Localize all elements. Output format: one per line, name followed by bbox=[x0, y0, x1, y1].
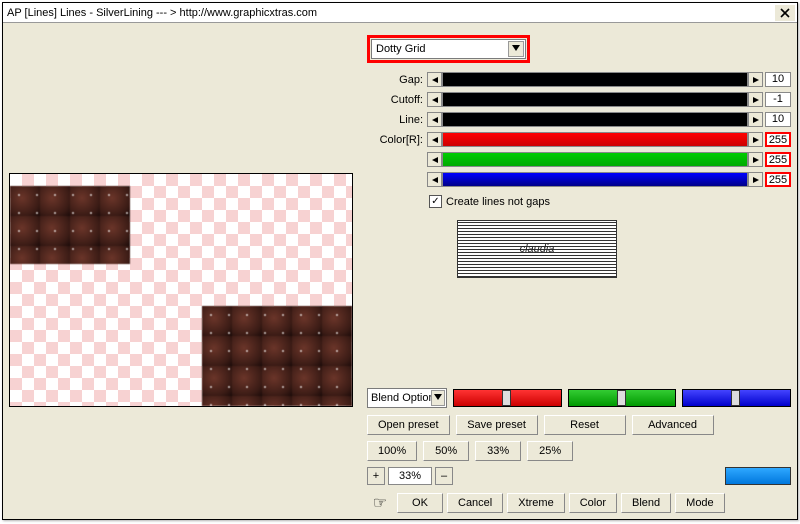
preview-layer-top bbox=[10, 186, 130, 264]
dropdown-arrow-icon bbox=[431, 390, 445, 406]
close-button[interactable] bbox=[775, 5, 795, 21]
content-area: Dotty Grid Gap: 10 Cutoff: -1 bbox=[3, 23, 797, 519]
zoom-33-button[interactable]: 33% bbox=[475, 441, 521, 461]
logo-badge: claudia bbox=[457, 220, 617, 278]
slider-thumb[interactable] bbox=[731, 390, 740, 406]
window-title: AP [Lines] Lines - SilverLining --- > ht… bbox=[5, 7, 775, 19]
zoom-in-button[interactable]: + bbox=[367, 467, 385, 485]
colorB-dec[interactable] bbox=[427, 172, 442, 187]
colorG-slider[interactable] bbox=[442, 152, 748, 167]
gap-inc[interactable] bbox=[748, 72, 763, 87]
zoom-out-button[interactable]: – bbox=[435, 467, 453, 485]
colorR-label: Color[R]: bbox=[367, 134, 427, 146]
gap-slider[interactable] bbox=[442, 72, 748, 87]
mode-button[interactable]: Mode bbox=[675, 493, 725, 513]
blend-dropdown[interactable]: Blend Options bbox=[367, 388, 447, 408]
line-label: Line: bbox=[367, 114, 427, 126]
cutoff-value[interactable]: -1 bbox=[765, 92, 791, 107]
logo-text: claudia bbox=[520, 243, 555, 255]
gap-dec[interactable] bbox=[427, 72, 442, 87]
colorR-slider[interactable] bbox=[442, 132, 748, 147]
dotty-overlay bbox=[10, 186, 130, 264]
gap-label: Gap: bbox=[367, 74, 427, 86]
zoom-25-button[interactable]: 25% bbox=[527, 441, 573, 461]
preset-dropdown[interactable]: Dotty Grid bbox=[371, 39, 526, 59]
colorR-dec[interactable] bbox=[427, 132, 442, 147]
zoom-value[interactable]: 33% bbox=[388, 467, 432, 485]
create-lines-checkbox[interactable]: ✓ bbox=[429, 195, 442, 208]
preview-layer-bottom bbox=[202, 306, 352, 406]
close-icon bbox=[779, 7, 791, 19]
open-preset-button[interactable]: Open preset bbox=[367, 415, 450, 435]
cutoff-slider[interactable] bbox=[442, 92, 748, 107]
slider-thumb[interactable] bbox=[502, 390, 511, 406]
colorB-value[interactable]: 255 bbox=[765, 172, 791, 187]
line-inc[interactable] bbox=[748, 112, 763, 127]
preset-value: Dotty Grid bbox=[376, 43, 426, 55]
colorR-value[interactable]: 255 bbox=[765, 132, 791, 147]
pointer-icon: ☞ bbox=[367, 493, 393, 513]
cutoff-label: Cutoff: bbox=[367, 94, 427, 106]
cutoff-inc[interactable] bbox=[748, 92, 763, 107]
blend-label: Blend Options bbox=[371, 392, 440, 404]
colorG-dec[interactable] bbox=[427, 152, 442, 167]
right-pane: Dotty Grid Gap: 10 Cutoff: -1 bbox=[367, 29, 791, 513]
blend-slider-g[interactable] bbox=[568, 389, 677, 407]
dialog-window: AP [Lines] Lines - SilverLining --- > ht… bbox=[2, 2, 798, 520]
cancel-button[interactable]: Cancel bbox=[447, 493, 503, 513]
colorG-inc[interactable] bbox=[748, 152, 763, 167]
color-swatch[interactable] bbox=[725, 467, 791, 485]
color-button[interactable]: Color bbox=[569, 493, 617, 513]
zoom-100-button[interactable]: 100% bbox=[367, 441, 417, 461]
line-slider[interactable] bbox=[442, 112, 748, 127]
gap-value[interactable]: 10 bbox=[765, 72, 791, 87]
left-pane bbox=[9, 29, 359, 513]
blend-slider-b[interactable] bbox=[682, 389, 791, 407]
dotty-overlay bbox=[202, 306, 352, 406]
ok-button[interactable]: OK bbox=[397, 493, 443, 513]
colorG-value[interactable]: 255 bbox=[765, 152, 791, 167]
save-preset-button[interactable]: Save preset bbox=[456, 415, 538, 435]
reset-button[interactable]: Reset bbox=[544, 415, 626, 435]
titlebar: AP [Lines] Lines - SilverLining --- > ht… bbox=[3, 3, 797, 23]
zoom-50-button[interactable]: 50% bbox=[423, 441, 469, 461]
create-lines-label: Create lines not gaps bbox=[446, 196, 550, 208]
colorB-inc[interactable] bbox=[748, 172, 763, 187]
line-dec[interactable] bbox=[427, 112, 442, 127]
line-value[interactable]: 10 bbox=[765, 112, 791, 127]
xtreme-button[interactable]: Xtreme bbox=[507, 493, 564, 513]
colorR-inc[interactable] bbox=[748, 132, 763, 147]
dropdown-arrow-icon bbox=[508, 41, 524, 57]
colorB-slider[interactable] bbox=[442, 172, 748, 187]
cutoff-dec[interactable] bbox=[427, 92, 442, 107]
blend-slider-r[interactable] bbox=[453, 389, 562, 407]
advanced-button[interactable]: Advanced bbox=[632, 415, 714, 435]
blend-button[interactable]: Blend bbox=[621, 493, 671, 513]
preview-canvas bbox=[9, 173, 353, 407]
slider-thumb[interactable] bbox=[617, 390, 626, 406]
